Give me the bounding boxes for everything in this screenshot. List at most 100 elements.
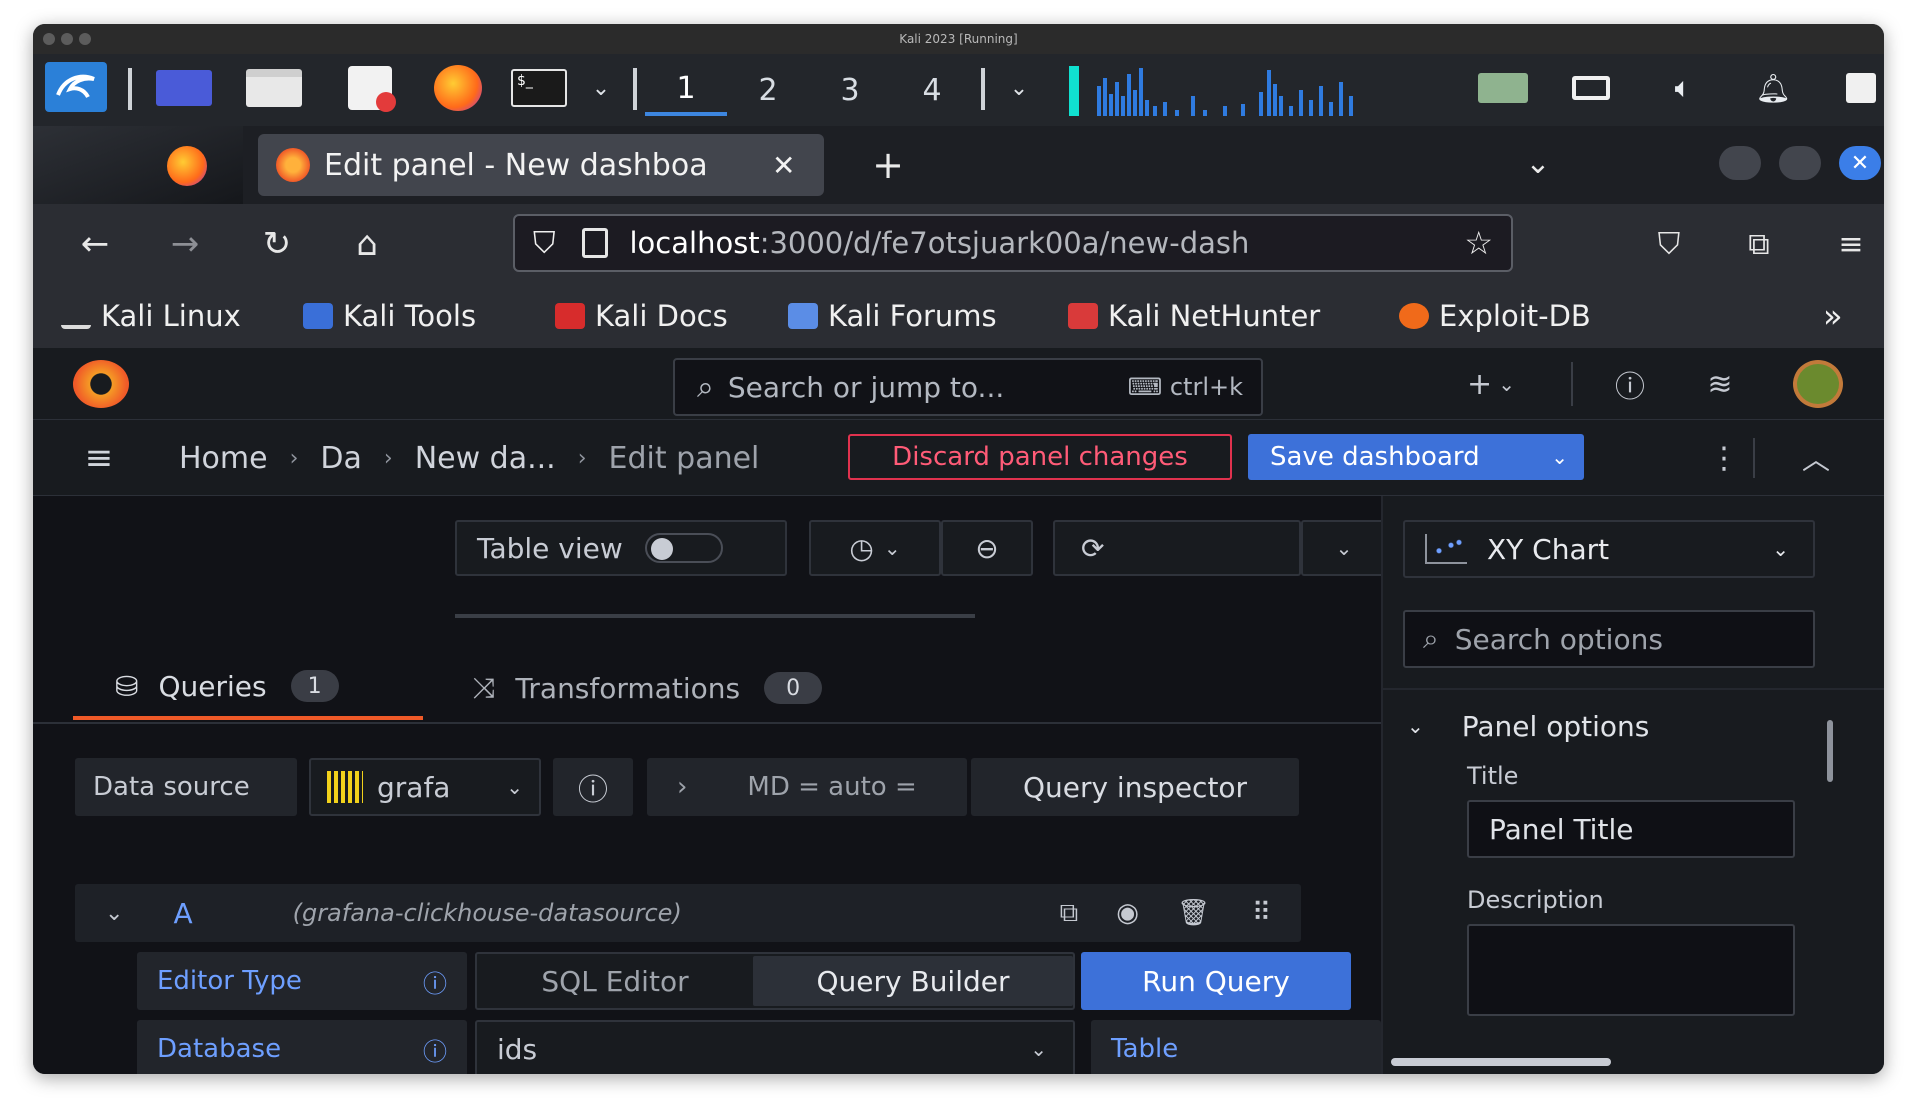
panel-description-textarea[interactable] xyxy=(1467,924,1795,1016)
discard-panel-changes-button[interactable]: Discard panel changes xyxy=(848,434,1232,480)
query-options-button[interactable]: › MD = auto = xyxy=(647,758,967,816)
network-icon[interactable] xyxy=(1475,66,1531,110)
collapse-query-chevron-icon[interactable]: ⌄ xyxy=(105,901,123,926)
notifications-icon[interactable]: 🔔︎ xyxy=(1745,66,1801,110)
text-editor-icon[interactable] xyxy=(343,66,397,112)
panel-title-input[interactable]: Panel Title xyxy=(1467,800,1795,858)
breadcrumb-new-dashboard[interactable]: New da... xyxy=(415,441,556,476)
forward-arrow-icon[interactable]: → xyxy=(157,218,213,270)
url-bar[interactable]: ⛉ localhost :3000/d/fe7otsjuark00a/new-d… xyxy=(513,214,1513,272)
bookmark-kali-forums[interactable]: Kali Forums xyxy=(788,294,997,338)
save-options-chevron-icon[interactable]: ⌄ xyxy=(1551,445,1568,469)
window-close-dot[interactable] xyxy=(43,33,55,45)
bookmark-star-icon[interactable]: ☆ xyxy=(1464,224,1493,262)
panel-options-section-header[interactable]: ⌄ Panel options xyxy=(1407,698,1807,754)
database-icon: ⛁ xyxy=(115,669,139,703)
window-zoom-dot[interactable] xyxy=(79,33,91,45)
workspace-2[interactable]: 2 xyxy=(727,64,809,116)
collapse-chevron-up-icon[interactable]: ︿ xyxy=(1793,434,1839,482)
drag-handle-icon[interactable]: ⠿ xyxy=(1252,898,1271,928)
breadcrumb-separator-icon: › xyxy=(577,445,587,471)
new-tab-icon[interactable]: + xyxy=(863,142,913,188)
page-info-icon[interactable] xyxy=(581,228,608,258)
workspace-4[interactable]: 4 xyxy=(891,64,973,116)
bookmark-exploit-db[interactable]: Exploit-DB xyxy=(1399,294,1591,338)
firefox-icon[interactable] xyxy=(428,65,488,111)
horizontal-scrollbar[interactable] xyxy=(1391,1058,1611,1066)
delete-query-trash-icon[interactable]: 🗑︎ xyxy=(1177,898,1210,928)
bookmark-kali-tools[interactable]: Kali Tools xyxy=(303,294,476,338)
kali-menu-icon[interactable] xyxy=(45,62,107,112)
minimize-button[interactable] xyxy=(1719,146,1761,180)
help-icon[interactable]: ⓘ xyxy=(1605,358,1655,410)
bookmark-kali-docs[interactable]: Kali Docs xyxy=(555,294,728,338)
window-minimize-dot[interactable] xyxy=(61,33,73,45)
query-builder-option[interactable]: Query Builder xyxy=(753,956,1073,1006)
home-icon[interactable]: ⌂ xyxy=(339,218,395,270)
search-input[interactable]: ⌕ Search or jump to... ⌨ ctrl+k xyxy=(673,358,1263,416)
run-query-button[interactable]: Run Query xyxy=(1081,952,1351,1010)
clickhouse-logo-icon xyxy=(327,771,363,803)
transform-icon: ⤨ xyxy=(473,671,496,704)
refresh-interval-chevron[interactable]: ⌄ xyxy=(1301,520,1387,576)
visualization-picker[interactable]: XY Chart ⌄ xyxy=(1403,520,1815,578)
bookmark-kali-linux[interactable]: Kali Linux xyxy=(61,294,241,338)
chevron-down-icon[interactable]: ⌄ xyxy=(581,66,621,110)
workspace-1[interactable]: 1 xyxy=(645,64,727,116)
tab-queries[interactable]: ⛁ Queries 1 xyxy=(73,656,423,720)
file-manager-icon[interactable] xyxy=(243,66,305,110)
add-new-menu-icon[interactable]: + ⌄ xyxy=(1451,358,1531,410)
workspace-menu-chevron-icon[interactable]: ⌄ xyxy=(999,66,1039,110)
lock-icon[interactable] xyxy=(1833,66,1884,110)
terminal-icon[interactable]: $_ xyxy=(508,66,570,110)
options-scrollbar[interactable] xyxy=(1827,720,1833,782)
app-menu-icon[interactable]: ≡ xyxy=(1823,218,1879,270)
maximize-button[interactable] xyxy=(1779,146,1821,180)
query-inspector-button[interactable]: Query inspector xyxy=(971,758,1299,816)
refresh-button[interactable]: ⟳ xyxy=(1053,520,1301,576)
database-info-icon[interactable]: ⓘ xyxy=(423,1032,447,1067)
news-feed-icon[interactable]: ≋ xyxy=(1695,358,1745,410)
list-tabs-chevron-icon[interactable]: ⌄ xyxy=(1513,140,1563,186)
volume-icon[interactable]: 🔈︎ xyxy=(1655,66,1711,110)
firefox-view-icon[interactable] xyxy=(167,146,207,186)
tab-transformations[interactable]: ⤨ Transformations 0 xyxy=(473,656,893,720)
browser-tab-active[interactable]: Edit panel - New dashboa ✕ xyxy=(258,134,824,196)
hamburger-menu-icon[interactable]: ≡ xyxy=(71,434,127,482)
close-window-button[interactable]: ✕ xyxy=(1839,146,1881,180)
database-label: Database ⓘ xyxy=(137,1020,467,1074)
close-tab-icon[interactable]: ✕ xyxy=(772,149,795,182)
datasource-help-icon[interactable]: ⓘ xyxy=(553,758,633,816)
display-icon[interactable] xyxy=(1563,66,1619,110)
workspace-3[interactable]: 3 xyxy=(809,64,891,116)
extensions-icon[interactable]: ⧉ xyxy=(1731,218,1787,270)
search-shortcut: ⌨ ctrl+k xyxy=(1127,373,1243,401)
more-options-icon[interactable]: ⋮ xyxy=(1709,434,1739,482)
save-dashboard-button[interactable]: Save dashboard ⌄ xyxy=(1248,434,1584,480)
search-options-input[interactable]: ⌕ Search options xyxy=(1403,610,1815,668)
data-source-picker[interactable]: grafa ⌄ xyxy=(309,758,541,816)
hide-query-eye-icon[interactable]: ◉ xyxy=(1116,898,1139,928)
grafana-logo-icon[interactable] xyxy=(73,360,129,408)
table-view-switch[interactable] xyxy=(644,533,723,563)
breadcrumb-home[interactable]: Home xyxy=(179,441,268,476)
shield-icon[interactable]: ⛉ xyxy=(533,226,556,261)
reload-icon[interactable]: ↻ xyxy=(249,218,305,270)
table-view-toggle[interactable]: Table view xyxy=(455,520,787,576)
user-avatar[interactable] xyxy=(1793,360,1843,408)
show-desktop-icon[interactable] xyxy=(153,66,215,110)
breadcrumb-dashboards[interactable]: Da xyxy=(320,441,361,476)
zoom-out-button[interactable]: ⊖ xyxy=(941,520,1033,576)
pocket-icon[interactable]: ⛉ xyxy=(1641,218,1697,270)
database-select[interactable]: ids ⌄ xyxy=(475,1020,1075,1074)
back-arrow-icon[interactable]: ← xyxy=(67,218,123,270)
chevron-down-icon: ⌄ xyxy=(883,536,901,560)
editor-type-info-icon[interactable]: ⓘ xyxy=(423,964,447,999)
duplicate-query-icon[interactable]: ⧉ xyxy=(1060,898,1079,929)
query-ref-id[interactable]: A xyxy=(173,897,192,930)
splitter-handle[interactable] xyxy=(455,614,975,618)
more-bookmarks-icon[interactable]: » xyxy=(1823,294,1843,338)
sql-editor-option[interactable]: SQL Editor xyxy=(477,954,753,1008)
bookmark-kali-nethunter[interactable]: Kali NetHunter xyxy=(1068,294,1320,338)
time-picker-button[interactable]: ◷ ⌄ xyxy=(809,520,941,576)
